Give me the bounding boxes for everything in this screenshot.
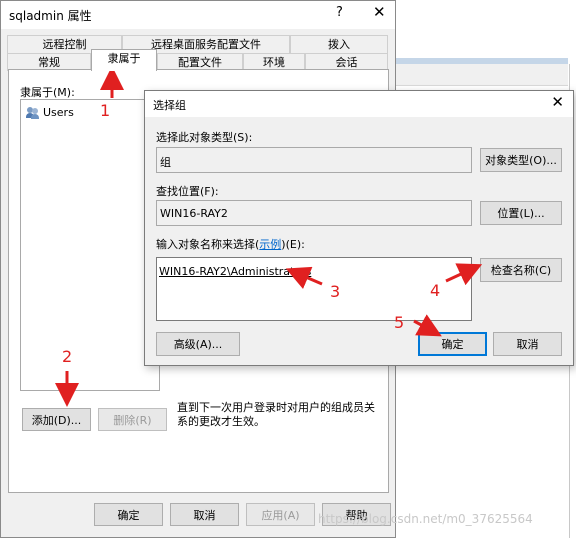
object-type-value: 组 xyxy=(160,156,171,169)
locations-button[interactable]: 位置(L)... xyxy=(480,201,562,225)
annotation-label-3: 3 xyxy=(330,282,341,301)
annotation-label-1: 1 xyxy=(100,101,111,120)
close-icon[interactable]: ✕ xyxy=(373,3,386,21)
location-value: WIN16-RAY2 xyxy=(160,207,228,220)
apply-button[interactable]: 应用(A) xyxy=(246,503,315,526)
annotation-label-2: 2 xyxy=(62,347,73,366)
background-panel xyxy=(396,64,568,86)
select-group-dialog: 选择组 ✕ 选择此对象类型(S): 组 对象类型(O)... 查找位置(F): … xyxy=(144,90,574,366)
membership-note-line2: 系的更改才生效。 xyxy=(177,415,265,428)
location-field: WIN16-RAY2 xyxy=(156,200,472,226)
watermark: https://blog.csdn.net/m0_37625564 xyxy=(318,512,533,526)
dialog-cancel-button[interactable]: 取消 xyxy=(493,332,562,356)
annotation-label-4: 4 xyxy=(430,281,441,300)
examples-link[interactable]: 示例 xyxy=(259,238,281,251)
tab-member-of[interactable]: 隶属于 xyxy=(91,49,157,71)
check-names-button[interactable]: 检查名称(C) xyxy=(480,258,562,282)
close-icon[interactable]: ✕ xyxy=(551,93,564,111)
window-title: sqladmin 属性 xyxy=(9,9,92,23)
object-type-field: 组 xyxy=(156,147,472,173)
list-item-label: Users xyxy=(43,106,74,119)
help-icon[interactable]: ? xyxy=(336,5,343,20)
tab-dial-in[interactable]: 拨入 xyxy=(290,35,388,53)
ok-button[interactable]: 确定 xyxy=(94,503,163,526)
list-item[interactable]: Users xyxy=(26,106,74,119)
add-button[interactable]: 添加(D)... xyxy=(22,408,91,431)
member-of-label: 隶属于(M): xyxy=(20,86,75,99)
group-icon xyxy=(26,106,39,119)
cancel-button[interactable]: 取消 xyxy=(170,503,239,526)
advanced-button[interactable]: 高级(A)... xyxy=(156,332,240,356)
member-of-list[interactable]: Users xyxy=(20,99,160,391)
dialog-titlebar: 选择组 ✕ xyxy=(145,91,573,117)
dialog-title: 选择组 xyxy=(153,99,186,112)
object-names-input[interactable]: WIN16-RAY2\Administrators xyxy=(156,257,472,321)
remove-button[interactable]: 删除(R) xyxy=(98,408,167,431)
properties-titlebar: sqladmin 属性 ? ✕ xyxy=(1,1,395,29)
object-names-label: 输入对象名称来选择(示例)(E): xyxy=(156,238,305,251)
location-label: 查找位置(F): xyxy=(156,185,219,198)
dialog-ok-button[interactable]: 确定 xyxy=(418,332,487,356)
annotation-label-5: 5 xyxy=(394,313,405,332)
object-types-button[interactable]: 对象类型(O)... xyxy=(480,148,562,172)
object-names-value: WIN16-RAY2\Administrators xyxy=(159,265,312,278)
object-type-label: 选择此对象类型(S): xyxy=(156,131,253,144)
